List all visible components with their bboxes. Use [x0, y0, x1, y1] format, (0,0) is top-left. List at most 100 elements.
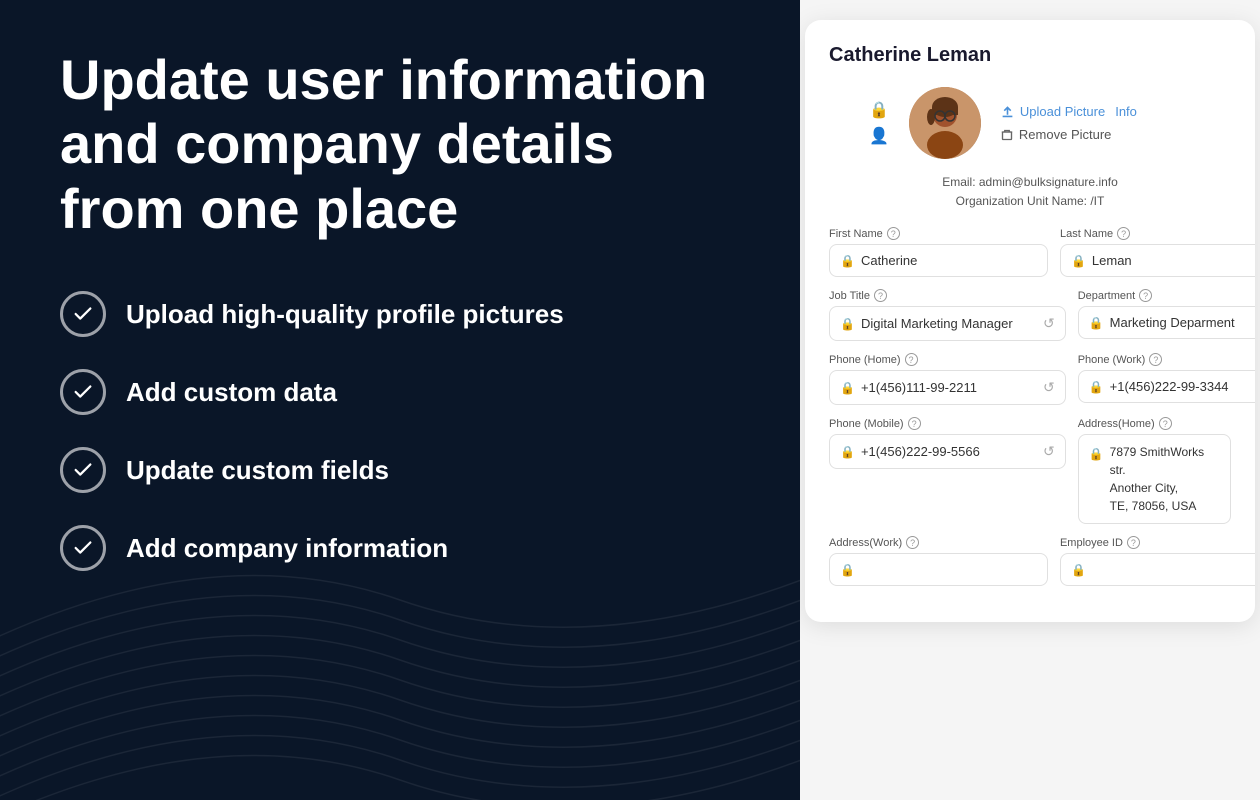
page-heading: Update user information and company deta… — [60, 48, 740, 241]
mobile-address-row: Phone (Mobile) ? 🔒 ↺ Address(Home) ? 🔒 7… — [829, 417, 1231, 524]
first-name-input[interactable] — [861, 253, 1037, 268]
phone-row: Phone (Home) ? 🔒 ↺ Phone (Work) ? 🔒 — [829, 353, 1231, 405]
feature-label-company-info: Add company information — [126, 533, 448, 564]
left-panel: Update user information and company deta… — [0, 0, 800, 800]
last-name-group: Last Name ? 🔒 — [1060, 227, 1255, 277]
employee-id-label: Employee ID ? — [1060, 536, 1255, 549]
phone-home-info-icon[interactable]: ? — [905, 353, 918, 366]
job-title-input-wrapper: 🔒 ↺ — [829, 306, 1066, 341]
last-name-lock-icon: 🔒 — [1071, 254, 1086, 268]
remove-picture-button[interactable]: Remove Picture — [1001, 127, 1137, 142]
department-input-wrapper: 🔒 — [1078, 306, 1255, 339]
department-lock-icon: 🔒 — [1089, 316, 1104, 330]
phone-home-input-wrapper: 🔒 ↺ — [829, 370, 1066, 405]
job-title-reset-icon[interactable]: ↺ — [1043, 315, 1055, 332]
employee-id-input[interactable] — [1092, 562, 1255, 577]
department-group: Department ? 🔒 — [1078, 289, 1255, 341]
job-title-input[interactable] — [861, 316, 1037, 331]
last-name-input[interactable] — [1092, 253, 1255, 268]
check-icon-custom-data — [60, 369, 106, 415]
address-home-lock-icon: 🔒 — [1089, 445, 1104, 463]
phone-work-input[interactable] — [1110, 379, 1255, 394]
job-title-info-icon[interactable]: ? — [874, 289, 887, 302]
right-panel: Catherine Leman 🔒 👤 — [800, 0, 1260, 800]
feature-item-company-info: Add company information — [60, 525, 740, 571]
check-icon-custom-fields — [60, 447, 106, 493]
phone-mobile-label: Phone (Mobile) ? — [829, 417, 1066, 430]
upload-picture-label: Upload Picture — [1020, 104, 1105, 119]
address-work-info-icon[interactable]: ? — [906, 536, 919, 549]
features-list: Upload high-quality profile pictures Add… — [60, 291, 740, 571]
job-title-label: Job Title ? — [829, 289, 1066, 302]
work-employee-row: Address(Work) ? 🔒 Employee ID ? 🔒 — [829, 536, 1231, 586]
job-title-lock-icon: 🔒 — [840, 317, 855, 331]
first-name-label: First Name ? — [829, 227, 1048, 240]
phone-mobile-input[interactable] — [861, 444, 1037, 459]
phone-home-group: Phone (Home) ? 🔒 ↺ — [829, 353, 1066, 405]
feature-label-upload: Upload high-quality profile pictures — [126, 299, 564, 330]
phone-mobile-reset-icon[interactable]: ↺ — [1043, 443, 1055, 460]
feature-item-custom-fields: Update custom fields — [60, 447, 740, 493]
phone-home-reset-icon[interactable]: ↺ — [1043, 379, 1055, 396]
first-name-group: First Name ? 🔒 — [829, 227, 1048, 277]
first-name-info-icon[interactable]: ? — [887, 227, 900, 240]
address-home-text: 7879 SmithWorks str.Another City,TE, 780… — [1110, 443, 1220, 515]
job-title-group: Job Title ? 🔒 ↺ — [829, 289, 1066, 341]
org-line: Organization Unit Name: /IT — [829, 192, 1231, 211]
employee-id-group: Employee ID ? 🔒 — [1060, 536, 1255, 586]
first-name-input-wrapper: 🔒 — [829, 244, 1048, 277]
phone-home-lock-icon: 🔒 — [840, 381, 855, 395]
employee-id-input-wrapper: 🔒 — [1060, 553, 1255, 586]
address-work-group: Address(Work) ? 🔒 — [829, 536, 1048, 586]
info-badge: Info — [1115, 104, 1137, 119]
phone-mobile-input-wrapper: 🔒 ↺ — [829, 434, 1066, 469]
profile-status-icons: 🔒 👤 — [869, 100, 889, 146]
address-work-lock-icon: 🔒 — [840, 563, 855, 577]
phone-work-group: Phone (Work) ? 🔒 — [1078, 353, 1255, 405]
employee-id-lock-icon: 🔒 — [1071, 563, 1086, 577]
profile-section: 🔒 👤 — [829, 87, 1231, 159]
department-input[interactable] — [1110, 315, 1255, 330]
phone-work-input-wrapper: 🔒 — [1078, 370, 1255, 403]
check-icon-upload — [60, 291, 106, 337]
feature-label-custom-fields: Update custom fields — [126, 455, 389, 486]
phone-mobile-info-icon[interactable]: ? — [908, 417, 921, 430]
phone-home-input[interactable] — [861, 380, 1037, 395]
card-title: Catherine Leman — [829, 44, 1231, 67]
lock-status-icon: 🔒 — [869, 100, 889, 120]
first-name-lock-icon: 🔒 — [840, 254, 855, 268]
phone-work-info-icon[interactable]: ? — [1149, 353, 1162, 366]
last-name-input-wrapper: 🔒 — [1060, 244, 1255, 277]
phone-mobile-group: Phone (Mobile) ? 🔒 ↺ — [829, 417, 1066, 524]
upload-actions: Upload Picture Info Remove Picture — [1001, 104, 1137, 142]
address-home-label: Address(Home) ? — [1078, 417, 1231, 430]
upload-picture-button[interactable]: Upload Picture Info — [1001, 104, 1137, 119]
employee-id-info-icon[interactable]: ? — [1127, 536, 1140, 549]
remove-picture-label: Remove Picture — [1019, 127, 1111, 142]
department-info-icon[interactable]: ? — [1139, 289, 1152, 302]
phone-home-label: Phone (Home) ? — [829, 353, 1066, 366]
phone-mobile-lock-icon: 🔒 — [840, 445, 855, 459]
user-card: Catherine Leman 🔒 👤 — [805, 20, 1255, 622]
feature-item-upload: Upload high-quality profile pictures — [60, 291, 740, 337]
phone-work-lock-icon: 🔒 — [1089, 380, 1104, 394]
avatar — [909, 87, 981, 159]
address-work-input-wrapper: 🔒 — [829, 553, 1048, 586]
last-name-info-icon[interactable]: ? — [1117, 227, 1130, 240]
address-home-value[interactable]: 🔒 7879 SmithWorks str.Another City,TE, 7… — [1078, 434, 1231, 524]
address-home-group: Address(Home) ? 🔒 7879 SmithWorks str.An… — [1078, 417, 1231, 524]
feature-label-custom-data: Add custom data — [126, 377, 337, 408]
address-work-input[interactable] — [861, 562, 1037, 577]
phone-work-label: Phone (Work) ? — [1078, 353, 1255, 366]
feature-item-custom-data: Add custom data — [60, 369, 740, 415]
department-label: Department ? — [1078, 289, 1255, 302]
check-icon-company-info — [60, 525, 106, 571]
address-home-info-icon[interactable]: ? — [1159, 417, 1172, 430]
email-line: Email: admin@bulksignature.info — [829, 173, 1231, 192]
last-name-label: Last Name ? — [1060, 227, 1255, 240]
job-dept-row: Job Title ? 🔒 ↺ Department ? 🔒 — [829, 289, 1231, 341]
name-row: First Name ? 🔒 Last Name ? 🔒 — [829, 227, 1231, 277]
person-icon: 👤 — [869, 126, 889, 146]
email-info: Email: admin@bulksignature.info Organiza… — [829, 173, 1231, 211]
address-work-label: Address(Work) ? — [829, 536, 1048, 549]
